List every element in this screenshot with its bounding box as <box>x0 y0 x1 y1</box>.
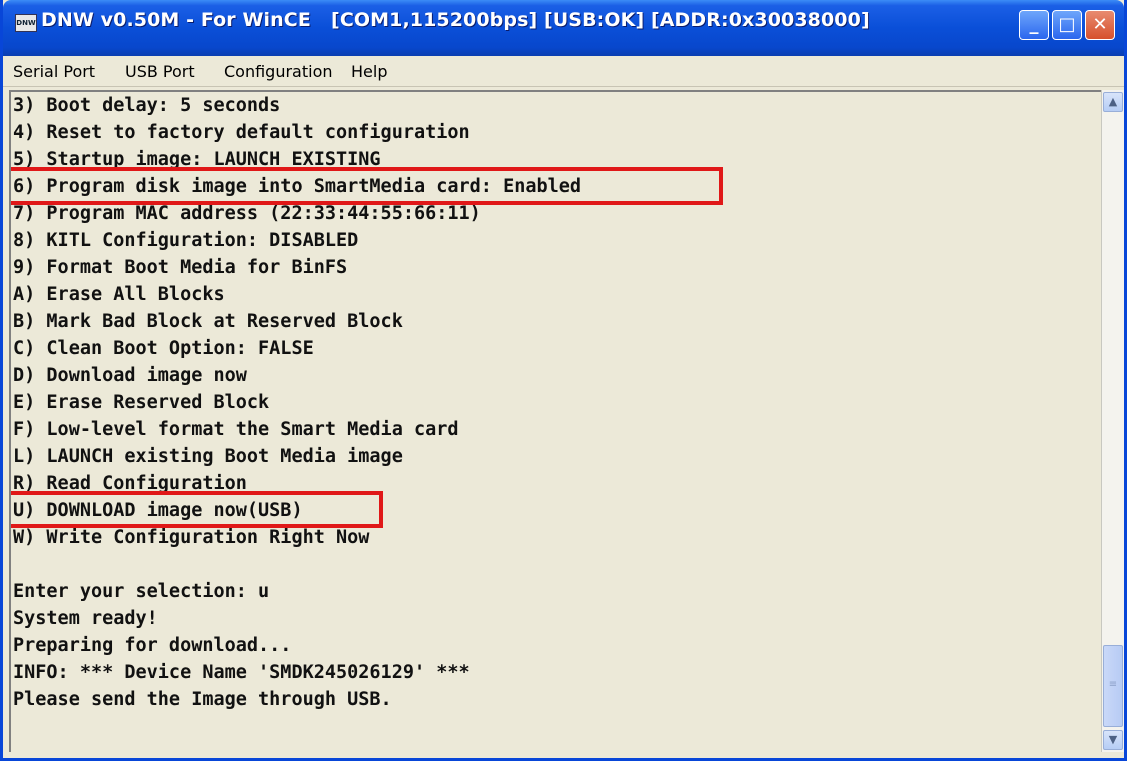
console-line: B) Mark Bad Block at Reserved Block <box>13 311 403 332</box>
title-bar[interactable]: DNW DNW v0.50M - For WinCE [COM1,115200b… <box>3 0 1124 56</box>
console-line: 8) KITL Configuration: DISABLED <box>13 230 359 251</box>
console-line: D) Download image now <box>13 365 247 386</box>
app-icon[interactable]: DNW <box>15 14 37 32</box>
menu-help[interactable]: Help <box>351 62 387 81</box>
scroll-up-arrow-icon[interactable]: ▲ <box>1103 92 1123 112</box>
console-line: Preparing for download... <box>13 635 292 656</box>
console-line: A) Erase All Blocks <box>13 284 225 305</box>
console-output[interactable]: 3) Boot delay: 5 seconds 4) Reset to fac… <box>9 90 1101 752</box>
menu-configuration[interactable]: Configuration <box>224 62 333 81</box>
menu-usb-port[interactable]: USB Port <box>125 62 195 81</box>
console-line: L) LAUNCH existing Boot Media image <box>13 446 403 467</box>
minimize-button[interactable]: _ <box>1019 10 1049 40</box>
console-line: F) Low-level format the Smart Media card <box>13 419 459 440</box>
console-line: W) Write Configuration Right Now <box>13 527 370 548</box>
console-line: System ready! <box>13 608 158 629</box>
console-line: INFO: *** Device Name 'SMDK245026129' **… <box>13 662 470 683</box>
console-line: 9) Format Boot Media for BinFS <box>13 257 348 278</box>
console-line: 3) Boot delay: 5 seconds <box>13 95 281 116</box>
highlight-box-smartmedia <box>11 167 723 205</box>
app-window: DNW DNW v0.50M - For WinCE [COM1,115200b… <box>0 0 1127 761</box>
scroll-thumb[interactable]: ≡ <box>1103 645 1123 727</box>
console-line: Enter your selection: u <box>13 581 270 602</box>
maximize-button[interactable]: □ <box>1052 10 1082 40</box>
console-line: C) Clean Boot Option: FALSE <box>13 338 314 359</box>
menu-bar: Serial Port USB Port Configuration Help <box>3 56 1124 87</box>
scroll-down-arrow-icon[interactable]: ▼ <box>1103 730 1123 750</box>
window-title: DNW v0.50M - For WinCE [COM1,115200bps] … <box>41 9 870 31</box>
menu-serial-port[interactable]: Serial Port <box>13 62 95 81</box>
vertical-scrollbar[interactable]: ▲ ≡ ▼ <box>1101 90 1124 752</box>
highlight-box-download-usb <box>11 491 383 528</box>
console-line: Please send the Image through USB. <box>13 689 392 710</box>
console-line: 4) Reset to factory default configuratio… <box>13 122 470 143</box>
close-button[interactable]: ✕ <box>1085 10 1115 40</box>
console-line: E) Erase Reserved Block <box>13 392 270 413</box>
